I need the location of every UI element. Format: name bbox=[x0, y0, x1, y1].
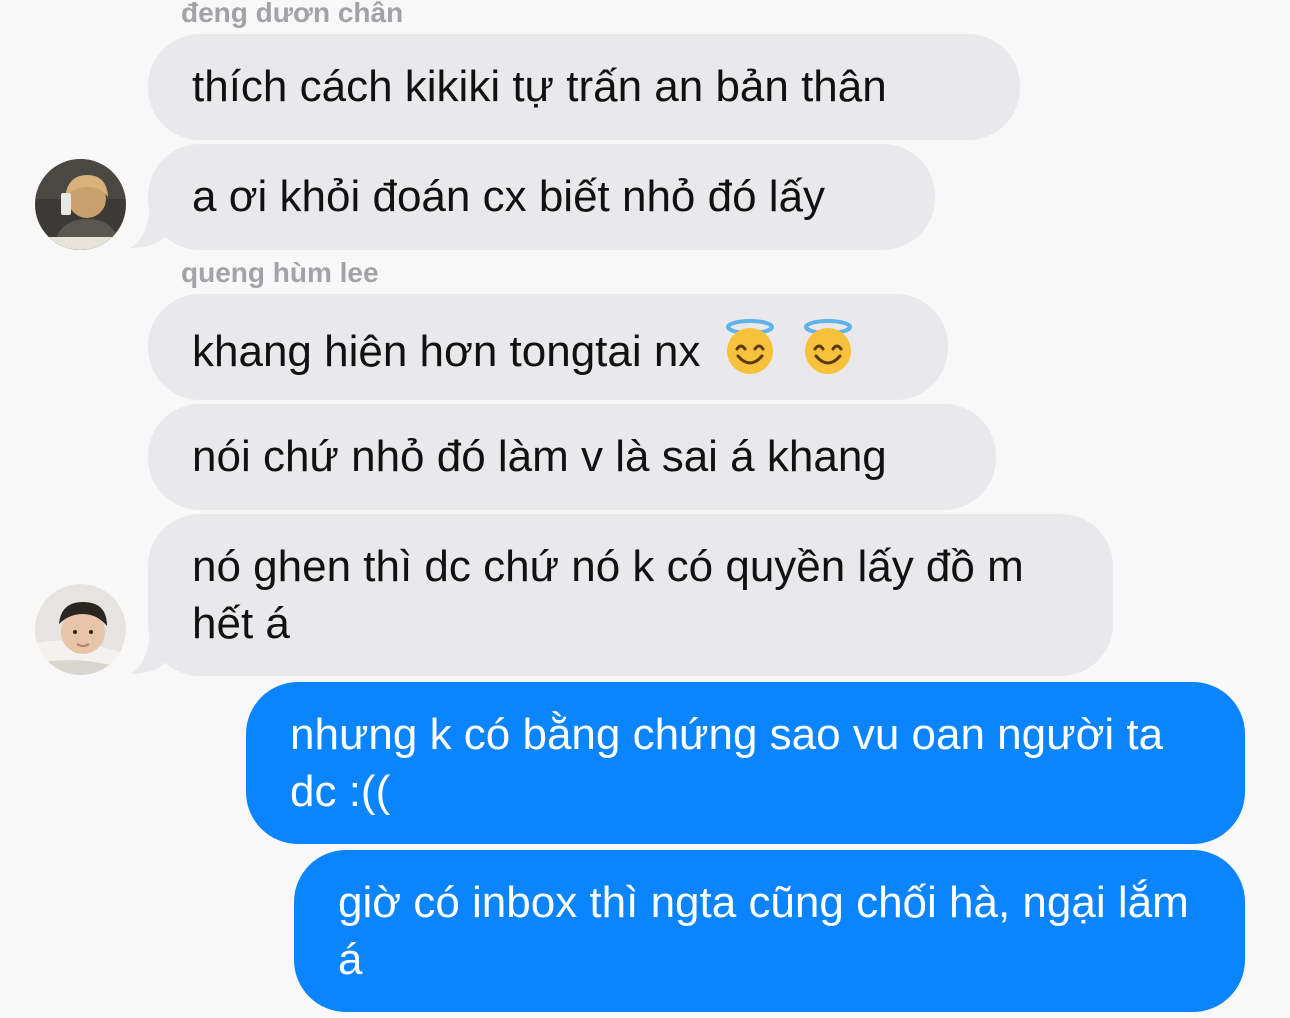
message-text-2: a ơi khỏi đoán cx biết nhỏ đó lấy bbox=[192, 172, 826, 221]
message-text-3: khang hiên hơn tongtai nx bbox=[192, 327, 701, 376]
sender-name-2: queng hùm lee bbox=[181, 257, 379, 288]
message-text-6: nhưng k có bằng chứng sao vu oan người t… bbox=[290, 710, 1164, 816]
message-bubble-7[interactable]: giờ có inbox thì ngta cũng chối hà, ngại… bbox=[294, 850, 1245, 1012]
avatar-photo-1 bbox=[35, 159, 126, 250]
message-bubble-2[interactable]: a ơi khỏi đoán cx biết nhỏ đó lấy bbox=[148, 144, 935, 250]
avatar-sender-1[interactable] bbox=[35, 159, 126, 250]
message-bubble-3[interactable]: khang hiên hơn tongtai nx bbox=[148, 294, 948, 400]
message-text-4: nói chứ nhỏ đó làm v là sai á khang bbox=[192, 432, 887, 481]
message-text-1: thích cách kikiki tự trấn an bản thân bbox=[192, 62, 887, 111]
message-bubble-4[interactable]: nói chứ nhỏ đó làm v là sai á khang bbox=[148, 404, 996, 510]
message-bubble-5[interactable]: nó ghen thì dc chứ nó k có quyền lấy đồ … bbox=[148, 514, 1113, 676]
avatar-photo-2 bbox=[35, 584, 126, 675]
message-bubble-1[interactable]: thích cách kikiki tự trấn an bản thân bbox=[148, 34, 1020, 140]
message-text-5: nó ghen thì dc chứ nó k có quyền lấy đồ … bbox=[192, 542, 1024, 648]
sender-name-1: đeng dươn chân bbox=[181, 0, 404, 28]
message-text-7: giờ có inbox thì ngta cũng chối hà, ngại… bbox=[338, 878, 1189, 984]
chat-thread: đeng dươn chân thích cách kikiki tự trấn… bbox=[0, 0, 1290, 1018]
smiling-face-with-halo-icon bbox=[725, 319, 774, 374]
bubble-tail-5 bbox=[130, 636, 170, 674]
avatar-sender-2[interactable] bbox=[35, 584, 126, 675]
smiling-face-with-halo-icon bbox=[803, 319, 852, 374]
bubble-tail-2 bbox=[130, 210, 170, 248]
message-bubble-6[interactable]: nhưng k có bằng chứng sao vu oan người t… bbox=[246, 682, 1245, 844]
